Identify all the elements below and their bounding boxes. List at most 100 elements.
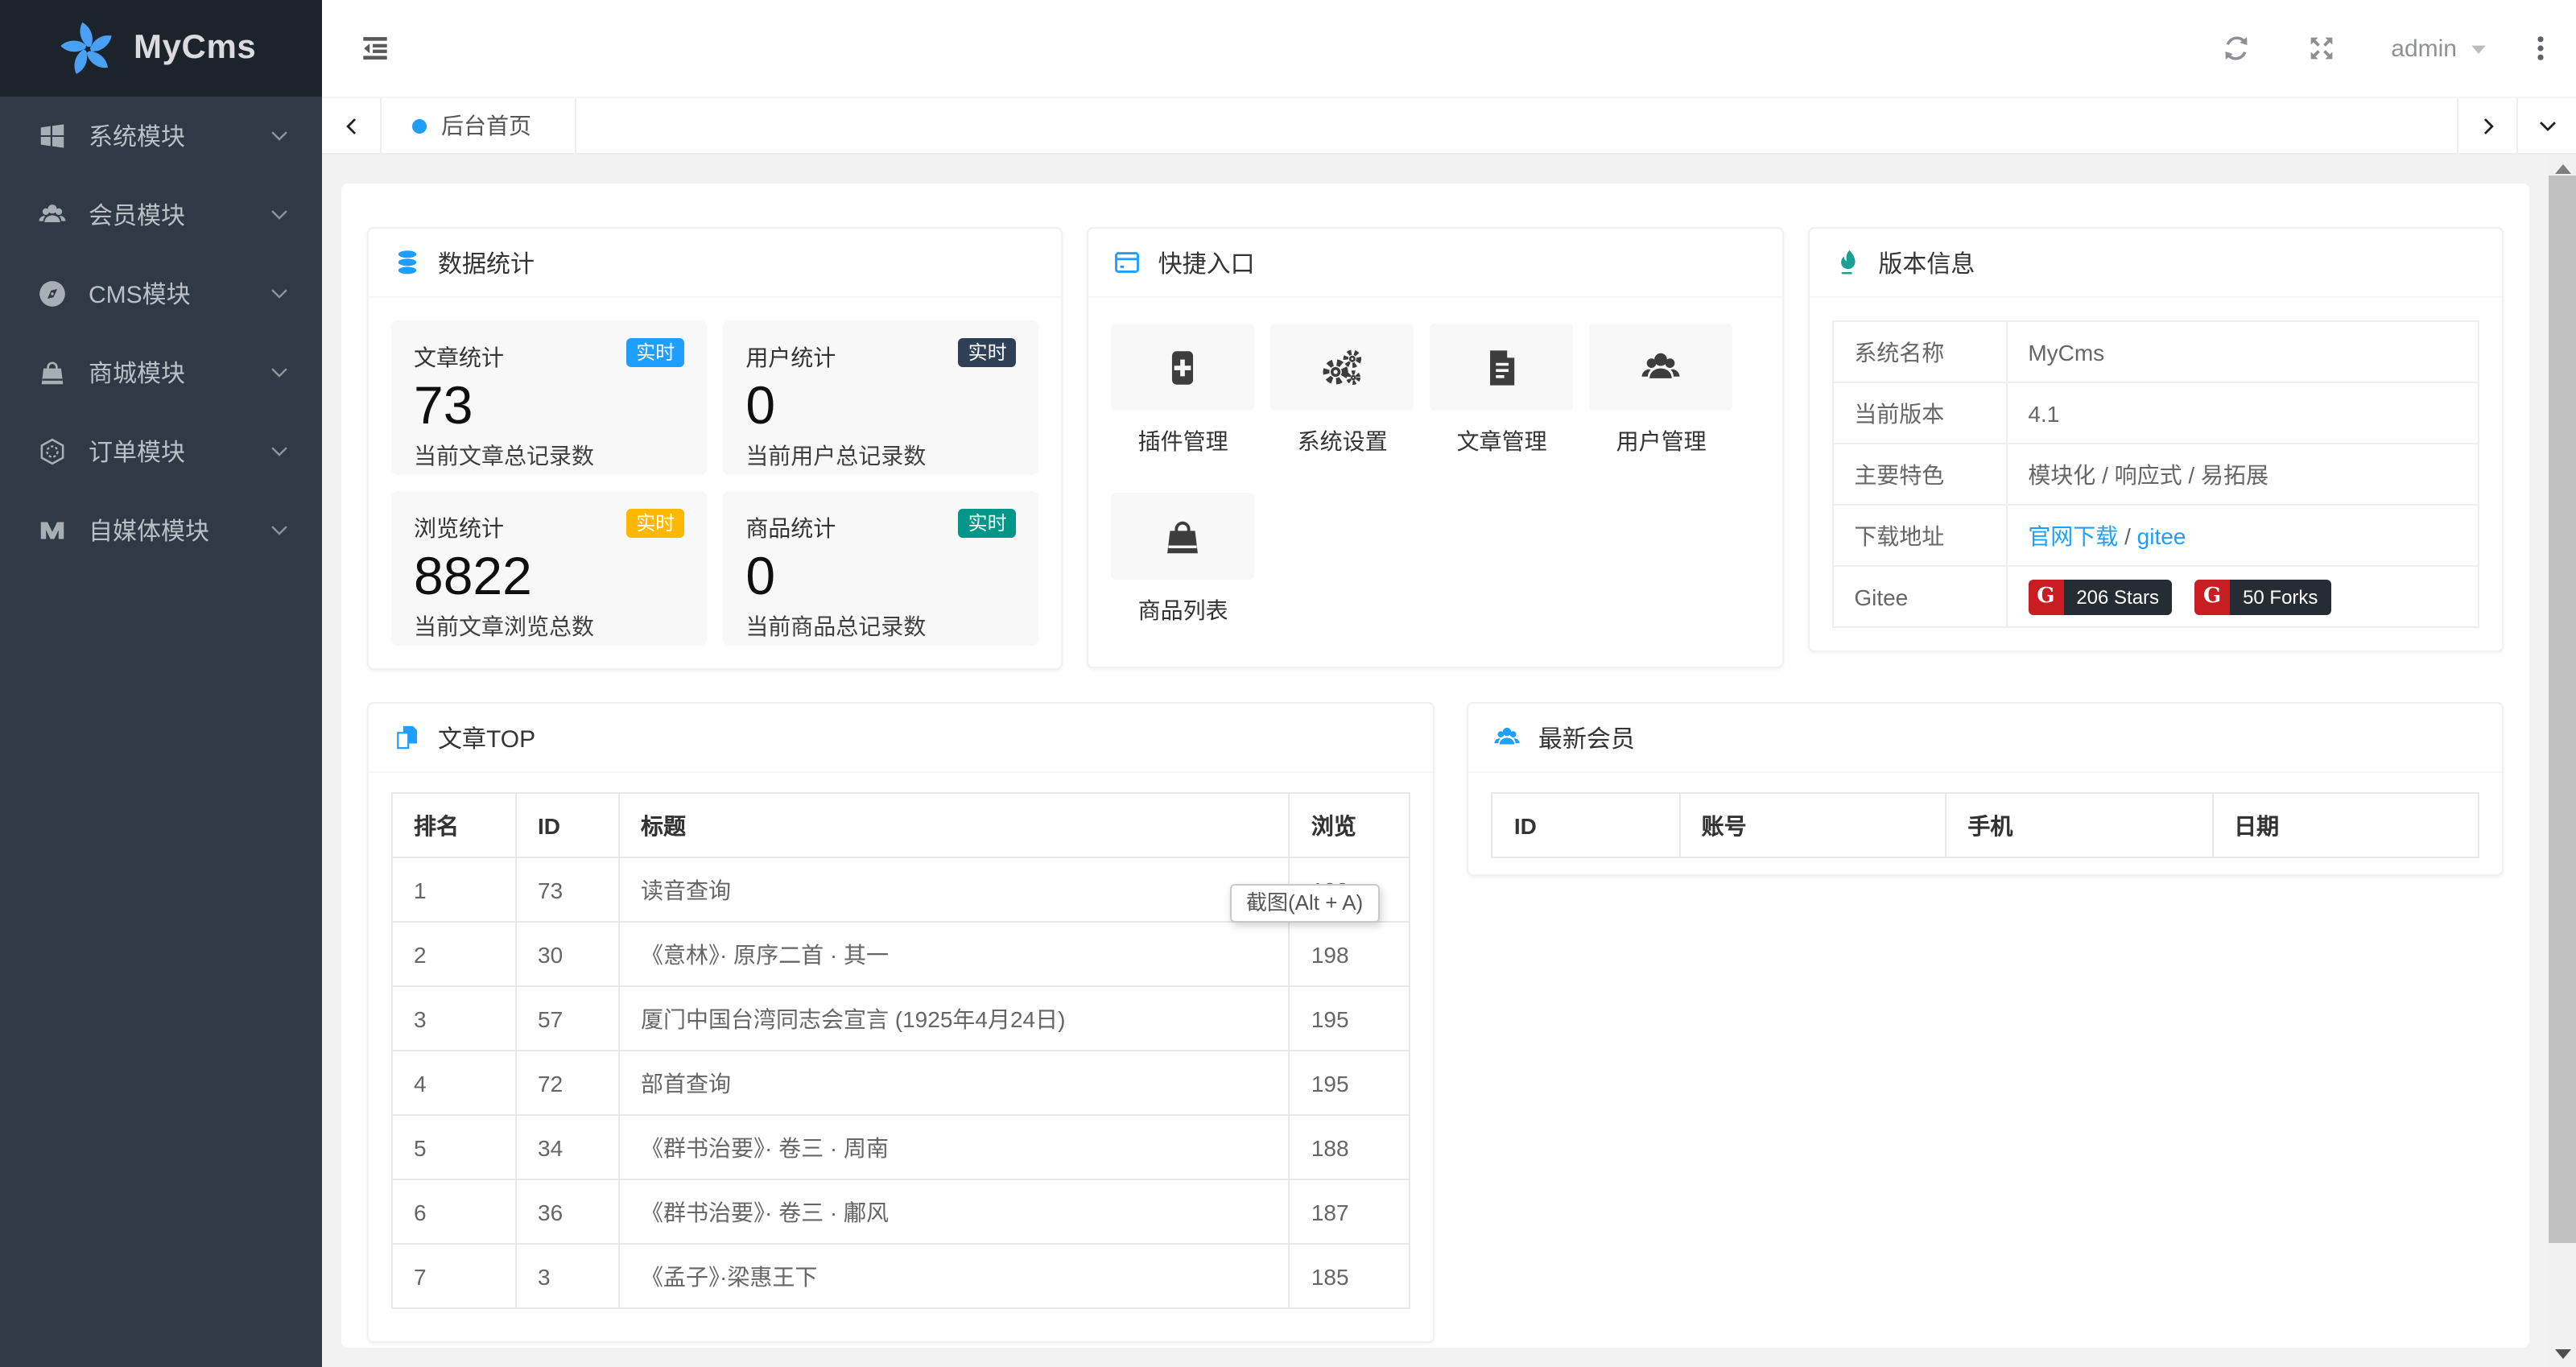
stat-views: 浏览统计 实时 8822 当前文章浏览总数 [391,491,708,646]
tab-label: 后台首页 [441,113,531,138]
collapse-sidebar-icon[interactable] [357,31,393,66]
sidebar-item-label: CMS模块 [89,282,191,309]
version-table: 系统名称 MyCms 当前版本 4.1 主要特色 模块化 / 响应式 / 易拓展 [1831,320,2479,628]
realtime-badge: 实时 [626,338,685,367]
mycms-admin-page: MyCms 系统模块 会员模块 CMS模块 商城模块 订单模块 自媒体模块 ad… [0,0,2576,1367]
scrollbar-down-arrow[interactable] [2549,1340,2576,1367]
tab-home[interactable]: 后台首页 [382,98,576,153]
tabs-scroll-right-button[interactable] [2457,98,2516,153]
quick-entry-goods[interactable]: 商品列表 [1111,493,1255,626]
gitee-stars-badge[interactable]: G 206 Stars [2028,579,2173,614]
card-version-info: 版本信息 系统名称 MyCms 当前版本 4.1 主要特色 模块化 / 响应式 … [1807,227,2504,652]
quick-entry-settings[interactable]: 系统设置 [1270,324,1414,457]
official-download-link[interactable]: 官网下载 [2028,522,2118,548]
fullscreen-icon[interactable] [2306,32,2338,64]
table-header-row: 排名 ID 标题 浏览 [391,792,1411,858]
screenshot-tooltip: 截图(Alt + A) [1230,884,1380,923]
card-article-top: 文章TOP 排名 ID 标题 浏览 1 73 读音查询 2 30 《意林》· 原… [367,702,1435,1343]
table-row: 3 57 厦门中国台湾同志会宣言 (1925年4月24日) 195 [391,985,1411,1051]
content-area: 数据统计 文章统计 实时 73 当前文章总记录数 用户统计 实时 0 当前用户总… [322,155,2576,1367]
sidebar-item-media[interactable]: 自媒体模块 [0,491,322,570]
sidebar-item-system[interactable]: 系统模块 [0,97,322,176]
card-latest-members: 最新会员 ID 账号 手机 日期 [1467,702,2504,876]
header-actions: admin [2220,32,2576,64]
windows-icon [37,121,68,151]
gitee-forks-badge[interactable]: G 50 Forks [2194,579,2331,614]
card-title: 文章TOP [438,725,536,753]
table-row: 2 30 《意林》· 原序二首 · 其一 198 [391,921,1411,987]
leaf-icon [1833,248,1862,277]
stat-articles: 文章统计 实时 73 当前文章总记录数 [391,320,708,475]
caret-down-icon [2468,38,2489,59]
sidebar-item-label: 会员模块 [89,203,186,230]
quick-entry-articles[interactable]: 文章管理 [1430,324,1574,457]
tabs-menu-button[interactable] [2516,98,2576,153]
sidebar-item-orders[interactable]: 订单模块 [0,412,322,491]
table-row: 7 3 《孟子》·梁惠王下 185 [391,1243,1411,1309]
stat-value: 0 [745,546,776,605]
user-menu[interactable]: admin [2391,35,2489,62]
sidebar-item-label: 系统模块 [89,124,186,151]
logo[interactable]: MyCms [0,0,322,97]
gears-icon [1321,345,1364,389]
refresh-icon[interactable] [2220,32,2252,64]
users-icon [1493,723,1522,752]
sidebar-item-label: 商城模块 [89,361,186,388]
chevron-down-icon [269,520,290,541]
quick-entry-plugins[interactable]: 插件管理 [1111,324,1255,457]
top-header: admin [322,0,2576,97]
sidebar: MyCms 系统模块 会员模块 CMS模块 商城模块 订单模块 自媒体模块 [0,0,322,1367]
tabs-scroll-left-button[interactable] [322,98,382,153]
quick-entry-users[interactable]: 用户管理 [1589,324,1733,457]
sidebar-item-label: 自媒体模块 [89,518,210,546]
username: admin [2391,35,2457,62]
stat-goods: 商品统计 实时 0 当前商品总记录数 [723,491,1039,646]
window-card-icon [1113,248,1142,277]
scrollbar-thumb[interactable] [2549,176,2576,1243]
hexagon-order-icon [37,436,68,467]
sidebar-item-mall[interactable]: 商城模块 [0,333,322,412]
sidebar-item-label: 订单模块 [89,440,186,467]
media-m-icon [37,515,68,546]
card-title: 最新会员 [1538,725,1635,753]
stat-caption: 当前用户总记录数 [745,442,927,469]
card-title: 数据统计 [438,250,535,278]
app-title: MyCms [134,29,257,66]
chevron-down-icon [269,441,290,462]
users-icon [37,200,68,230]
plus-square-icon [1162,345,1205,389]
vertical-scrollbar[interactable] [2549,155,2576,1367]
table-row: 5 34 《群书治要》· 卷三 · 周南 188 [391,1114,1411,1180]
more-options-icon[interactable] [2526,34,2555,63]
table-row: 6 36 《群书治要》· 卷三 · 鄘风 187 [391,1179,1411,1245]
realtime-badge: 实时 [626,509,685,538]
table-row: Gitee G 206 Stars G 50 Forks [1831,565,2479,628]
card-title: 版本信息 [1878,250,1975,278]
chevron-down-icon [269,126,290,147]
stat-caption: 当前文章浏览总数 [414,613,594,639]
stat-value: 73 [414,375,473,435]
table-row: 当前版本 4.1 [1831,382,2479,444]
chevron-down-icon [269,204,290,225]
chevron-down-icon [269,362,290,383]
article-top-table: 排名 ID 标题 浏览 173读音查询199 [391,792,1411,1309]
card-data-stats: 数据统计 文章统计 实时 73 当前文章总记录数 用户统计 实时 0 当前用户总… [367,227,1063,670]
stat-value: 8822 [414,546,532,605]
tab-bar: 后台首页 [322,97,2576,155]
gitee-logo-icon: G [2194,579,2231,614]
stat-value: 0 [745,375,776,435]
card-quick-entry: 快捷入口 插件管理 系统设置 文章管理 用户管理 商品列表 [1087,227,1784,668]
latest-members-table: ID 账号 手机 日期 [1491,792,2480,858]
gitee-link[interactable]: gitee [2137,522,2186,548]
table-row: 系统名称 MyCms [1831,320,2479,383]
table-row: 主要特色 模块化 / 响应式 / 易拓展 [1831,443,2479,506]
file-copy-icon [393,723,422,752]
sidebar-item-members[interactable]: 会员模块 [0,176,322,254]
pinwheel-logo-icon [60,21,112,73]
shopping-bag-icon [37,357,68,388]
database-icon [393,248,422,277]
sidebar-item-cms[interactable]: CMS模块 [0,254,322,333]
users-icon [1640,345,1683,389]
stat-caption: 当前文章总记录数 [414,442,594,469]
realtime-badge: 实时 [958,338,1017,367]
